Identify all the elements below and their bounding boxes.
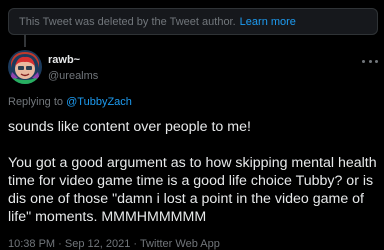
learn-more-link[interactable]: Learn more [240, 16, 296, 28]
reply-context: Replying to @TubbyZach [8, 96, 132, 108]
meta-separator: · [133, 238, 138, 250]
tweet-meta: 10:38 PM · Sep 12, 2021 · Twitter Web Ap… [8, 238, 220, 250]
reply-prefix: Replying to [8, 96, 64, 108]
reply-mention-link[interactable]: @TubbyZach [66, 96, 132, 108]
avatar[interactable] [8, 50, 42, 84]
author-username[interactable]: @urealms [48, 70, 98, 82]
meta-separator: · [58, 238, 62, 250]
thread-connector-line [24, 35, 26, 47]
deleted-tweet-notice: This Tweet was deleted by the Tweet auth… [8, 8, 378, 35]
tweet-text: sounds like content over people to me! Y… [8, 119, 377, 225]
author-display-name: rawb~ [48, 54, 81, 66]
deleted-notice-text: This Tweet was deleted by the Tweet auth… [19, 15, 236, 28]
author-block: rawb~ @urealms [48, 54, 98, 82]
tweet-time[interactable]: 10:38 PM [8, 238, 55, 250]
more-options-icon[interactable] [362, 56, 378, 66]
tweet-date[interactable]: Sep 12, 2021 [65, 238, 130, 250]
author-display-name-row[interactable]: rawb~ [48, 54, 98, 66]
tweet-client: Twitter Web App [139, 238, 220, 250]
